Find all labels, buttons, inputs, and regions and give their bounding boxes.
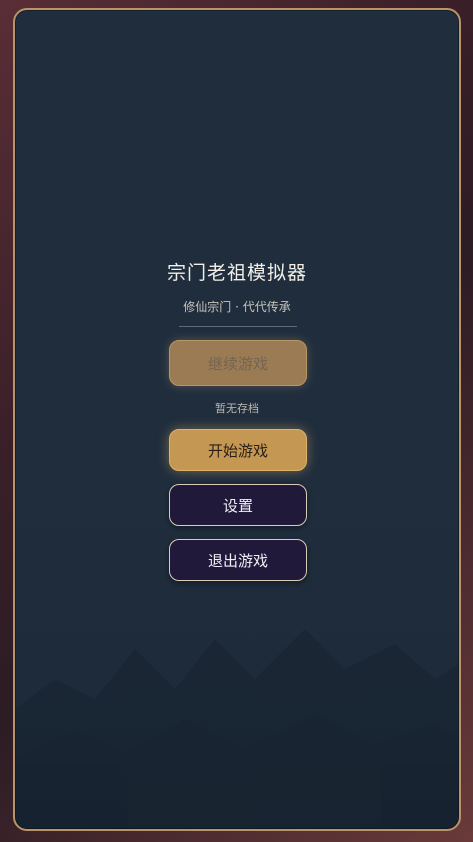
no-save-notice: 暂无存档 bbox=[215, 402, 259, 415]
game-subtitle: 修仙宗门 · 代代传承 bbox=[183, 300, 291, 314]
continue-game-button[interactable]: 继续游戏 bbox=[169, 340, 307, 386]
settings-label: 设置 bbox=[222, 496, 253, 515]
title-divider bbox=[179, 326, 297, 327]
settings-button[interactable]: 设置 bbox=[169, 484, 307, 526]
game-title: 宗门老祖模拟器 bbox=[166, 262, 307, 284]
exit-game-button[interactable]: 退出游戏 bbox=[169, 539, 307, 581]
continue-game-label: 继续游戏 bbox=[207, 354, 268, 373]
start-game-label: 开始游戏 bbox=[207, 441, 268, 460]
main-menu-panel: 宗门老祖模拟器 修仙宗门 · 代代传承 继续游戏 暂无存档 开始游戏 设置 退出… bbox=[13, 8, 461, 831]
exit-game-label: 退出游戏 bbox=[207, 551, 268, 570]
start-game-button[interactable]: 开始游戏 bbox=[169, 429, 307, 471]
